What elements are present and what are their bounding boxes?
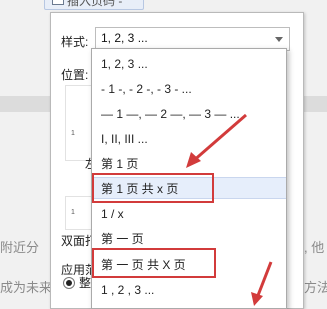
arrow-icon <box>186 113 247 168</box>
annotation-arrows <box>186 113 273 306</box>
arrow-icon <box>251 261 273 306</box>
